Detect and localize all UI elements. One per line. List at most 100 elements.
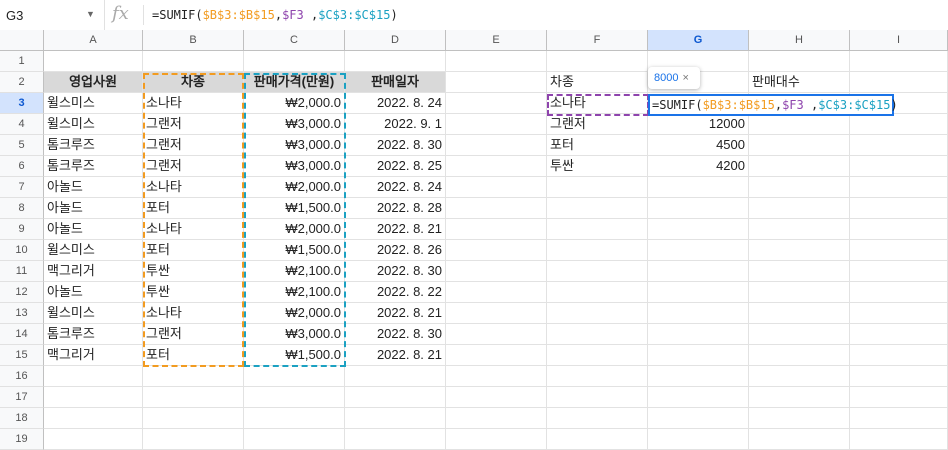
formula-result-tooltip[interactable]: 8000 × — [648, 67, 700, 89]
column-header-d[interactable]: D — [345, 30, 446, 51]
grid-cell[interactable] — [244, 387, 345, 408]
grid-cell[interactable] — [547, 387, 648, 408]
grid-cell[interactable] — [850, 429, 948, 450]
grid-cell[interactable] — [749, 345, 850, 366]
grid-cell[interactable] — [749, 303, 850, 324]
grid-cell[interactable] — [244, 366, 345, 387]
grid-cell[interactable] — [850, 51, 948, 72]
grid-cell[interactable] — [648, 282, 749, 303]
summary-model-cell[interactable]: 그랜저 — [547, 114, 648, 135]
sale-date-cell[interactable]: 2022. 8. 21 — [345, 303, 446, 324]
price-cell[interactable]: ₩1,500.0 — [244, 345, 345, 366]
summary-model-cell[interactable]: 투싼 — [547, 156, 648, 177]
grid-cell[interactable] — [850, 324, 948, 345]
row-header-2[interactable]: 2 — [0, 72, 44, 93]
grid-cell[interactable] — [850, 282, 948, 303]
price-cell[interactable]: ₩1,500.0 — [244, 240, 345, 261]
grid-cell[interactable] — [547, 324, 648, 345]
row-header-4[interactable]: 4 — [0, 114, 44, 135]
price-cell[interactable]: ₩3,000.0 — [244, 324, 345, 345]
sales-rep-cell[interactable]: 윌스미스 — [44, 303, 143, 324]
sales-rep-cell[interactable]: 톰크루즈 — [44, 324, 143, 345]
column-header-f[interactable]: F — [547, 30, 648, 51]
car-model-cell[interactable]: 소나타 — [143, 177, 244, 198]
car-model-cell[interactable]: 소나타 — [143, 219, 244, 240]
grid-cell[interactable] — [446, 261, 547, 282]
grid-cell[interactable] — [850, 408, 948, 429]
grid-cell[interactable] — [749, 387, 850, 408]
grid-cell[interactable] — [648, 261, 749, 282]
grid-cell[interactable] — [547, 303, 648, 324]
grid-cell[interactable] — [446, 324, 547, 345]
summary-total-cell[interactable]: 4500 — [648, 135, 749, 156]
grid-cell[interactable] — [648, 198, 749, 219]
sale-date-cell[interactable]: 2022. 8. 26 — [345, 240, 446, 261]
grid-cell[interactable] — [446, 219, 547, 240]
price-cell[interactable]: ₩3,000.0 — [244, 156, 345, 177]
grid-cell[interactable] — [749, 366, 850, 387]
grid-cell[interactable] — [850, 114, 948, 135]
grid-cell[interactable] — [44, 408, 143, 429]
grid-cell[interactable] — [446, 240, 547, 261]
grid-cell[interactable] — [749, 177, 850, 198]
chevron-down-icon[interactable]: ▼ — [86, 9, 95, 19]
sales-rep-cell[interactable]: 윌스미스 — [44, 93, 143, 114]
grid-cell[interactable] — [749, 156, 850, 177]
sales-rep-cell[interactable]: 맥그리거 — [44, 261, 143, 282]
grid-cell[interactable] — [850, 72, 948, 93]
sales-rep-cell[interactable]: 아놀드 — [44, 198, 143, 219]
grid-cell[interactable] — [749, 240, 850, 261]
column-header-i[interactable]: I — [850, 30, 948, 51]
grid-cell[interactable] — [749, 135, 850, 156]
row-header-5[interactable]: 5 — [0, 135, 44, 156]
grid-cell[interactable] — [547, 240, 648, 261]
grid-cell[interactable] — [44, 51, 143, 72]
sales-rep-cell[interactable]: 윌스미스 — [44, 240, 143, 261]
row-header-17[interactable]: 17 — [0, 387, 44, 408]
sale-date-cell[interactable]: 2022. 9. 1 — [345, 114, 446, 135]
grid-cell[interactable] — [345, 408, 446, 429]
sale-date-cell[interactable]: 2022. 8. 22 — [345, 282, 446, 303]
price-cell[interactable]: ₩2,000.0 — [244, 93, 345, 114]
car-model-cell[interactable]: 소나타 — [143, 303, 244, 324]
sales-rep-cell[interactable]: 톰크루즈 — [44, 135, 143, 156]
grid-cell[interactable] — [345, 387, 446, 408]
grid-cell[interactable] — [446, 93, 547, 114]
sales-rep-cell[interactable]: 아놀드 — [44, 219, 143, 240]
car-model-cell[interactable]: 포터 — [143, 198, 244, 219]
formula-input[interactable]: =SUMIF($B$3:$B$15,$F3 ,$C$3:$C$15) — [152, 8, 398, 22]
grid-cell[interactable] — [345, 366, 446, 387]
row-header-12[interactable]: 12 — [0, 282, 44, 303]
grid-cell[interactable] — [143, 429, 244, 450]
grid-cell[interactable] — [850, 387, 948, 408]
sale-date-cell[interactable]: 2022. 8. 30 — [345, 261, 446, 282]
row-header-6[interactable]: 6 — [0, 156, 44, 177]
column-header-a[interactable]: A — [44, 30, 143, 51]
grid-cell[interactable] — [648, 240, 749, 261]
grid-cell[interactable] — [345, 429, 446, 450]
grid-cell[interactable] — [547, 366, 648, 387]
grid-cell[interactable] — [648, 324, 749, 345]
grid-cell[interactable] — [547, 429, 648, 450]
grid-cell[interactable] — [446, 429, 547, 450]
grid-cell[interactable] — [850, 177, 948, 198]
column-header-g[interactable]: G — [648, 30, 749, 51]
grid-cell[interactable] — [44, 366, 143, 387]
grid-cell[interactable] — [446, 366, 547, 387]
grid-cell[interactable] — [547, 219, 648, 240]
grid-cell[interactable] — [749, 198, 850, 219]
grid-cell[interactable] — [749, 261, 850, 282]
summary-model-cell[interactable]: 포터 — [547, 135, 648, 156]
cell-editor[interactable]: =SUMIF($B$3:$B$15,$F3 ,$C$3:$C$15) — [648, 94, 898, 116]
row-header-13[interactable]: 13 — [0, 303, 44, 324]
grid-cell[interactable] — [446, 282, 547, 303]
grid-cell[interactable] — [749, 51, 850, 72]
summary-total-cell[interactable]: 12000 — [648, 114, 749, 135]
grid-cell[interactable] — [850, 303, 948, 324]
grid-cell[interactable] — [244, 429, 345, 450]
grid-cell[interactable] — [648, 387, 749, 408]
grid-cell[interactable] — [648, 219, 749, 240]
grid-cell[interactable] — [446, 198, 547, 219]
grid-cell[interactable] — [446, 114, 547, 135]
row-header-19[interactable]: 19 — [0, 429, 44, 450]
